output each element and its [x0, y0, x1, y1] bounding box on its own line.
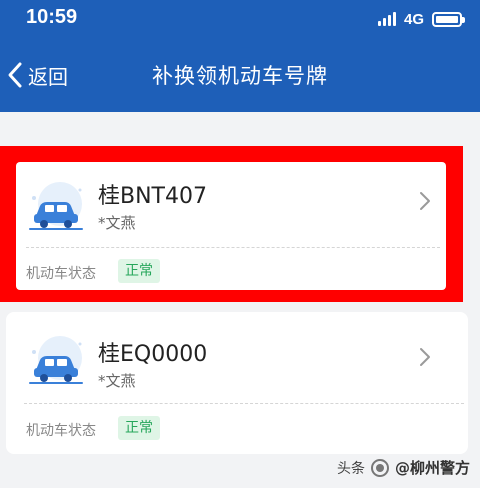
page-title: 补换领机动车号牌	[152, 64, 328, 88]
status-bar: 10:59 4G	[0, 0, 480, 40]
status-indicators: 4G	[377, 9, 465, 29]
vehicle-card[interactable]: 桂BNT407 *文燕 机动车状态 正常	[16, 162, 446, 290]
car-icon	[29, 182, 83, 230]
status-badge: 正常	[118, 416, 160, 440]
status-badge: 正常	[118, 259, 160, 283]
app-header: 10:59 4G 返回 补换领机动车号牌	[0, 0, 480, 112]
chevron-right-icon	[420, 348, 430, 366]
signal-icon	[377, 12, 396, 26]
owner-name: *文燕	[98, 214, 136, 232]
plate-number: 桂BNT407	[98, 184, 207, 209]
account-icon	[370, 458, 389, 477]
watermark-source: 头条	[336, 460, 365, 477]
car-icon	[29, 336, 83, 384]
battery-icon	[432, 11, 465, 27]
network-type: 4G	[403, 10, 424, 28]
owner-name: *文燕	[98, 372, 136, 390]
plate-number: 桂EQ0000	[98, 342, 208, 367]
watermark-account: @柳州警方	[394, 459, 470, 477]
vehicle-card[interactable]: 桂EQ0000 *文燕 机动车状态 正常	[6, 312, 468, 454]
status-label: 机动车状态	[26, 423, 96, 439]
card-divider	[24, 403, 464, 404]
status-label: 机动车状态	[26, 266, 96, 282]
card-divider	[26, 247, 440, 248]
watermark: 头条 @柳州警方	[337, 457, 470, 478]
chevron-right-icon	[420, 192, 430, 210]
status-time: 10:59	[26, 6, 78, 28]
